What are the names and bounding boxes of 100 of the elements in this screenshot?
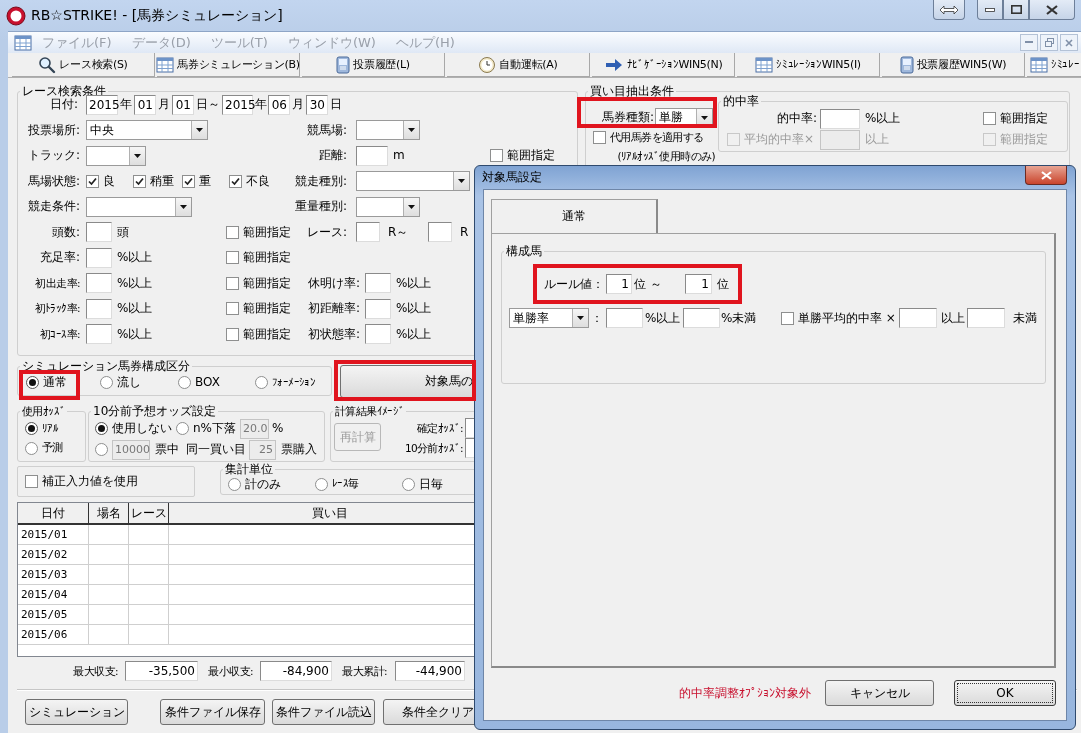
radio-button[interactable]: BOX bbox=[178, 374, 228, 390]
input-field[interactable]: 06 bbox=[268, 94, 290, 115]
radio-button[interactable]: 予測 bbox=[25, 440, 80, 456]
device-icon bbox=[899, 55, 914, 74]
input-field[interactable] bbox=[86, 222, 112, 243]
button[interactable]: 条件ファイル読込 bbox=[272, 699, 375, 725]
input-field[interactable] bbox=[365, 324, 391, 345]
radio-button[interactable]: ﾘｱﾙ bbox=[25, 420, 80, 436]
input-field[interactable] bbox=[365, 273, 391, 294]
dropdown[interactable] bbox=[356, 171, 470, 192]
input-field[interactable] bbox=[365, 298, 391, 319]
checkbox[interactable]: 稍重 bbox=[133, 173, 178, 190]
toolbar-button[interactable]: 投票履歴(L) bbox=[302, 53, 445, 77]
label: 投票場所: bbox=[26, 122, 80, 138]
device-icon bbox=[336, 55, 351, 74]
label: 同一買い目 bbox=[186, 442, 246, 457]
dropdown[interactable] bbox=[86, 196, 192, 217]
label: 馬場状態: bbox=[26, 173, 80, 189]
input-field[interactable] bbox=[86, 324, 112, 345]
radio-button[interactable]: ﾚｰｽ毎 bbox=[315, 476, 375, 492]
input-field[interactable] bbox=[356, 222, 380, 243]
input-field[interactable] bbox=[820, 108, 860, 129]
toolbar-button[interactable]: 自動運転(A) bbox=[447, 53, 590, 77]
label: % bbox=[272, 421, 284, 436]
button[interactable]: 条件ファイル保存 bbox=[160, 699, 265, 725]
input-field[interactable] bbox=[683, 308, 720, 328]
input-field[interactable]: 1 bbox=[685, 274, 712, 294]
arrow-icon bbox=[603, 56, 624, 73]
close-icon[interactable] bbox=[1046, 4, 1058, 15]
dropdown[interactable]: 中央 bbox=[86, 120, 208, 141]
label: %以上 bbox=[117, 326, 154, 342]
input-field[interactable] bbox=[356, 145, 388, 166]
group-title: 買い目抽出条件 bbox=[589, 84, 675, 98]
column-header[interactable]: レース bbox=[129, 503, 169, 525]
input-field[interactable] bbox=[899, 308, 937, 328]
checkbox[interactable]: 良 bbox=[86, 173, 120, 190]
radio-button[interactable] bbox=[95, 441, 109, 458]
input-field[interactable] bbox=[428, 222, 452, 243]
radio-button[interactable]: n%下落 bbox=[176, 420, 238, 437]
input-field[interactable] bbox=[86, 247, 112, 268]
toolbar-button[interactable]: レース検索(S) bbox=[12, 53, 155, 77]
checkbox[interactable]: 範囲指定 bbox=[226, 224, 296, 241]
radio-button[interactable]: 使用しない bbox=[95, 420, 175, 437]
button[interactable]: OK bbox=[954, 680, 1056, 706]
checkbox[interactable]: 不良 bbox=[229, 173, 277, 190]
toolbar-button[interactable]: 投票履歴WIN5(W) bbox=[882, 53, 1025, 77]
checkbox[interactable]: 重 bbox=[182, 173, 216, 190]
radio-button[interactable]: 日毎 bbox=[402, 476, 452, 492]
checkbox[interactable]: 範囲指定 bbox=[226, 275, 296, 292]
label: 充足率: bbox=[38, 250, 80, 266]
input-field[interactable]: -35,500 bbox=[125, 661, 198, 681]
input-field[interactable]: 1 bbox=[606, 274, 632, 294]
radio-button[interactable]: 通常 bbox=[26, 374, 76, 390]
button[interactable]: キャンセル bbox=[825, 680, 934, 706]
label: 月 bbox=[292, 97, 304, 113]
label: 頭 bbox=[117, 224, 130, 240]
column-header[interactable]: 日付 bbox=[18, 503, 89, 525]
double-arrow-icon[interactable] bbox=[939, 4, 959, 15]
input-field[interactable] bbox=[606, 308, 643, 328]
tab[interactable]: 通常 bbox=[491, 199, 658, 233]
checkmark-icon bbox=[134, 175, 145, 187]
input-field[interactable]: 01 bbox=[134, 94, 156, 115]
maximize-icon[interactable] bbox=[1010, 5, 1022, 14]
table-cell: 2015/04 bbox=[18, 585, 89, 605]
dropdown[interactable] bbox=[86, 145, 146, 166]
minimize-icon[interactable] bbox=[985, 7, 995, 12]
dropdown[interactable] bbox=[356, 120, 420, 141]
input-field[interactable] bbox=[86, 273, 112, 294]
toolbar-button[interactable]: ｼﾐｭﾚｰｼｮﾝWIN5(I) bbox=[737, 53, 880, 77]
checkbox[interactable]: 範囲指定 bbox=[983, 110, 1053, 127]
column-header[interactable]: 場名 bbox=[89, 503, 129, 525]
radio-button[interactable]: 計のみ bbox=[228, 476, 288, 492]
input-field[interactable]: -84,900 bbox=[260, 661, 332, 681]
input-field[interactable]: -44,900 bbox=[395, 661, 465, 681]
checkbox[interactable]: 範囲指定 bbox=[226, 326, 296, 343]
restore-icon[interactable] bbox=[1044, 38, 1054, 47]
input-field[interactable]: 30 bbox=[306, 94, 328, 115]
label: 位 ～ bbox=[634, 276, 663, 292]
dropdown[interactable]: 単勝率 bbox=[509, 308, 589, 328]
checkbox[interactable]: 範囲指定 bbox=[226, 249, 296, 266]
toolbar-button[interactable]: 馬券シミュレーション(B) bbox=[157, 53, 300, 77]
checkbox[interactable]: 範囲指定 bbox=[226, 300, 296, 317]
checkbox[interactable]: 補正入力値を使用 bbox=[25, 473, 138, 490]
input-field[interactable] bbox=[967, 308, 1005, 328]
checkbox[interactable]: 範囲指定 bbox=[490, 147, 560, 164]
button[interactable]: シミュレーション bbox=[25, 699, 128, 725]
label: ： bbox=[591, 310, 601, 326]
input-field[interactable]: 2015 bbox=[222, 94, 253, 115]
table-cell: 2015/05 bbox=[18, 605, 89, 625]
input-field[interactable]: 01 bbox=[172, 94, 194, 115]
label: 10分前ｵｯｽﾞ: bbox=[403, 440, 463, 456]
table-cell: 2015/06 bbox=[18, 625, 89, 645]
label: 確定ｵｯｽﾞ: bbox=[416, 420, 463, 436]
dropdown[interactable] bbox=[356, 196, 420, 217]
input-field[interactable] bbox=[86, 298, 112, 319]
checkbox[interactable]: 単勝平均的中率 × bbox=[781, 310, 899, 326]
radio-button[interactable]: 流し bbox=[100, 374, 150, 390]
radio-button[interactable]: ﾌｫｰﾒｰｼｮﾝ bbox=[255, 374, 330, 390]
toolbar-button[interactable]: ﾅﾋﾞｹﾞｰｼｮﾝWIN5(N) bbox=[592, 53, 735, 77]
checkbox[interactable]: 代用馬券を適用する bbox=[593, 129, 715, 146]
